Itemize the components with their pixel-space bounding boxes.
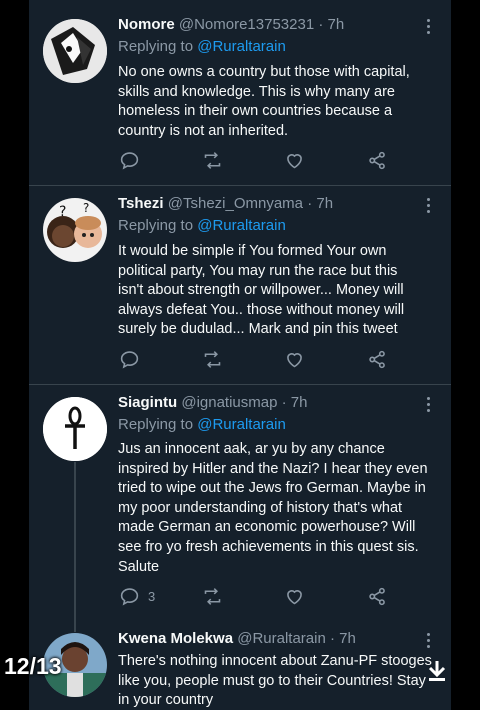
tweet-text: No one owns a country but those with cap… — [118, 64, 410, 139]
tweet-header: Kwena Molekwa @Ruraltarain · 7h — [118, 629, 356, 649]
tweet-header: Tshezi @Tshezi_Omnyama · 7h — [118, 194, 333, 214]
action-bar — [118, 150, 408, 172]
retweet-button[interactable] — [202, 349, 223, 370]
replying-to: Replying to @Ruraltarain — [118, 37, 286, 57]
user-handle[interactable]: @Tshezi_Omnyama — [168, 195, 303, 212]
tweet-header: Nomore @Nomore13753231 · 7h — [118, 15, 344, 35]
reply-icon — [120, 152, 139, 170]
timestamp[interactable]: 7h — [339, 630, 356, 647]
retweet-icon — [204, 152, 221, 169]
separator: · — [307, 195, 313, 212]
share-icon — [369, 151, 385, 170]
separator: · — [318, 16, 324, 33]
user-handle[interactable]: @ignatiusmap — [181, 394, 277, 411]
display-name[interactable]: Tshezi — [118, 195, 164, 212]
timestamp[interactable]: 7h — [316, 195, 333, 212]
reply-count: 3 — [148, 589, 156, 604]
avatar-nomore[interactable] — [43, 19, 107, 83]
share-button[interactable] — [367, 586, 388, 607]
replying-handle-link[interactable]: @Ruraltarain — [197, 217, 286, 234]
replying-label: Replying to — [118, 38, 194, 55]
like-icon — [287, 353, 302, 368]
avatar-siagintu[interactable] — [43, 397, 107, 461]
like-icon — [287, 590, 302, 605]
retweet-button[interactable] — [202, 150, 223, 171]
svg-text:?: ? — [83, 201, 89, 215]
user-handle[interactable]: @Nomore13753231 — [179, 16, 314, 33]
reply-button[interactable]: 3 — [119, 586, 155, 607]
share-icon — [369, 587, 385, 606]
retweet-button[interactable] — [202, 586, 223, 607]
more-icon[interactable] — [427, 397, 431, 415]
like-button[interactable] — [284, 586, 305, 607]
like-button[interactable] — [284, 150, 305, 171]
tweet-kwena-molekwa[interactable]: Kwena Molekwa @Ruraltarain · 7h There's … — [29, 625, 451, 710]
replying-label: Replying to — [118, 217, 194, 234]
share-button[interactable] — [367, 349, 388, 370]
tweet-feed: Nomore @Nomore13753231 · 7h Replying to … — [29, 0, 451, 710]
svg-text:?: ? — [59, 204, 66, 220]
share-icon — [369, 350, 385, 369]
timestamp[interactable]: 7h — [291, 394, 308, 411]
tweet-tshezi[interactable]: ? ? Tshezi @Tshezi_Omnyama · 7h Replying… — [29, 186, 451, 384]
tweet-nomore[interactable]: Nomore @Nomore13753231 · 7h Replying to … — [29, 0, 451, 185]
retweet-icon — [204, 588, 221, 605]
avatar-tshezi[interactable]: ? ? — [43, 198, 107, 262]
separator: · — [329, 630, 335, 647]
replying-handle-link[interactable]: @Ruraltarain — [197, 416, 286, 433]
download-icon[interactable] — [428, 660, 446, 687]
tweet-siagintu[interactable]: Siagintu @ignatiusmap · 7h Replying to @… — [29, 385, 451, 625]
replying-to: Replying to @Ruraltarain — [118, 415, 286, 435]
replying-label: Replying to — [118, 416, 194, 433]
reply-button[interactable] — [119, 349, 148, 370]
display-name[interactable]: Nomore — [118, 16, 175, 33]
more-icon[interactable] — [427, 198, 431, 216]
timestamp[interactable]: 7h — [328, 16, 345, 33]
action-bar: 3 — [118, 586, 408, 608]
tweet-header: Siagintu @ignatiusmap · 7h — [118, 393, 307, 413]
more-icon[interactable] — [427, 633, 431, 651]
reply-icon — [120, 588, 139, 606]
reply-button[interactable] — [119, 150, 148, 171]
tweet-text: Jus an innocent aak, ar yu by any chance… — [118, 441, 428, 575]
separator: · — [281, 394, 287, 411]
more-icon[interactable] — [427, 19, 431, 37]
replying-handle-link[interactable]: @Ruraltarain — [197, 38, 286, 55]
tweet-text: It would be simple if You formed Your ow… — [118, 243, 405, 338]
replying-to: Replying to @Ruraltarain — [118, 216, 286, 236]
share-button[interactable] — [367, 150, 388, 171]
display-name[interactable]: Kwena Molekwa — [118, 630, 233, 647]
reply-icon — [120, 351, 139, 369]
retweet-icon — [204, 351, 221, 368]
page-indicator: 12/13 — [4, 653, 62, 679]
action-bar — [118, 349, 408, 371]
like-icon — [287, 154, 302, 169]
user-handle[interactable]: @Ruraltarain — [237, 630, 326, 647]
tweet-text: There's nothing innocent about Zanu-PF s… — [118, 653, 432, 709]
display-name[interactable]: Siagintu — [118, 394, 177, 411]
like-button[interactable] — [284, 349, 305, 370]
